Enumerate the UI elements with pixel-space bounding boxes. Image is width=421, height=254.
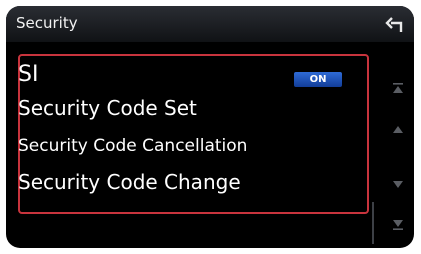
- header-bar: Security: [6, 6, 414, 42]
- scroll-to-top-button[interactable]: [390, 81, 406, 95]
- scroll-to-bottom-button[interactable]: [390, 218, 406, 232]
- list-item-label: SI: [18, 62, 39, 87]
- back-button[interactable]: [382, 12, 408, 38]
- list-item-security-code-set[interactable]: Security Code Set: [18, 96, 197, 120]
- list-item-label: Security Code Change: [18, 170, 241, 194]
- scroll-down-icon: [393, 181, 403, 188]
- list-item-si[interactable]: SI: [18, 62, 38, 87]
- back-arrow-icon: [385, 17, 403, 32]
- list-item-security-code-cancellation[interactable]: Security Code Cancellation: [18, 136, 247, 156]
- scroll-to-bottom-icon: [393, 220, 403, 230]
- scroll-to-top-icon: [393, 83, 403, 93]
- screen: Security SI ON Security Code Set Securit…: [6, 6, 414, 248]
- page-title: Security: [16, 14, 78, 32]
- list-item-security-code-change[interactable]: Security Code Change: [18, 170, 241, 194]
- list-item-label: Security Code Cancellation: [18, 136, 248, 156]
- on-status-badge: ON: [294, 72, 342, 87]
- list-item-label: Security Code Set: [18, 96, 197, 120]
- scroll-up-button[interactable]: [390, 122, 406, 136]
- scroll-up-icon: [393, 126, 403, 133]
- scroll-down-button[interactable]: [390, 178, 406, 192]
- scrollbar-divider: [372, 202, 374, 244]
